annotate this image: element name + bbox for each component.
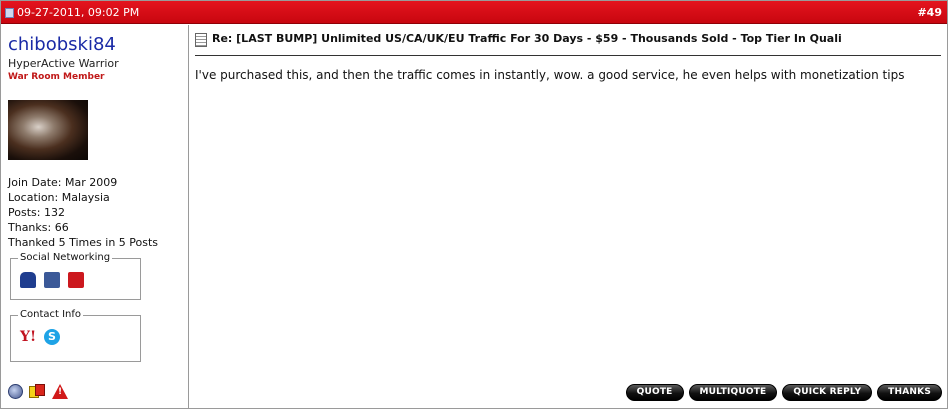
myspace-icon[interactable] (20, 272, 36, 288)
user-info-panel: chibobski84 HyperActive Warrior War Room… (1, 25, 189, 408)
post-title-text: Re: [LAST BUMP] Unlimited US/CA/UK/EU Tr… (212, 32, 842, 45)
post-number-link[interactable]: #49 (917, 6, 942, 19)
avatar[interactable] (8, 100, 88, 160)
thanks-button[interactable]: THANKS (877, 384, 942, 401)
quote-button[interactable]: QUOTE (625, 384, 684, 401)
post-message: I've purchased this, and then the traffi… (195, 68, 905, 82)
multiquote-button[interactable]: MULTIQUOTE (688, 384, 778, 401)
report-post-icon[interactable]: ! (52, 384, 68, 399)
status-icons: ! (8, 384, 68, 399)
user-stats: Join Date: Mar 2009 Location: Malaysia P… (8, 175, 158, 250)
post-date: 09-27-2011, 09:02 PM (5, 6, 139, 19)
skype-icon[interactable]: S (44, 329, 60, 345)
yahoo-icon[interactable]: Y! (20, 329, 36, 345)
social-networking-legend: Social Networking (18, 252, 113, 263)
thanks-count: Thanks: 66 (8, 221, 69, 234)
online-status-icon (8, 384, 23, 399)
social-networking-box: Social Networking (10, 252, 141, 300)
youtube-icon[interactable] (68, 272, 84, 288)
join-date: Join Date: Mar 2009 (8, 176, 118, 189)
post-date-text: 09-27-2011, 09:02 PM (17, 6, 140, 19)
user-title: HyperActive Warrior (8, 57, 119, 70)
post-status-icon (5, 7, 14, 18)
document-icon (195, 33, 207, 47)
post-action-buttons: QUOTE MULTIQUOTE QUICK REPLY THANKS (625, 384, 942, 401)
post-count: Posts: 132 (8, 206, 65, 219)
username-link[interactable]: chibobski84 (8, 34, 116, 55)
user-rank: War Room Member (8, 72, 105, 82)
quick-reply-button[interactable]: QUICK REPLY (782, 384, 873, 401)
post-content: Re: [LAST BUMP] Unlimited US/CA/UK/EU Tr… (190, 25, 947, 408)
facebook-icon[interactable] (44, 272, 60, 288)
post-title: Re: [LAST BUMP] Unlimited US/CA/UK/EU Tr… (195, 32, 941, 56)
warning-cards-icon[interactable] (29, 384, 46, 399)
post-header: 09-27-2011, 09:02 PM #49 (1, 1, 947, 24)
contact-info-legend: Contact Info (18, 309, 84, 320)
forum-post: 09-27-2011, 09:02 PM #49 chibobski84 Hyp… (0, 0, 948, 409)
location: Location: Malaysia (8, 191, 110, 204)
contact-info-box: Contact Info Y! S (10, 309, 141, 362)
thanked-count: Thanked 5 Times in 5 Posts (8, 236, 159, 249)
